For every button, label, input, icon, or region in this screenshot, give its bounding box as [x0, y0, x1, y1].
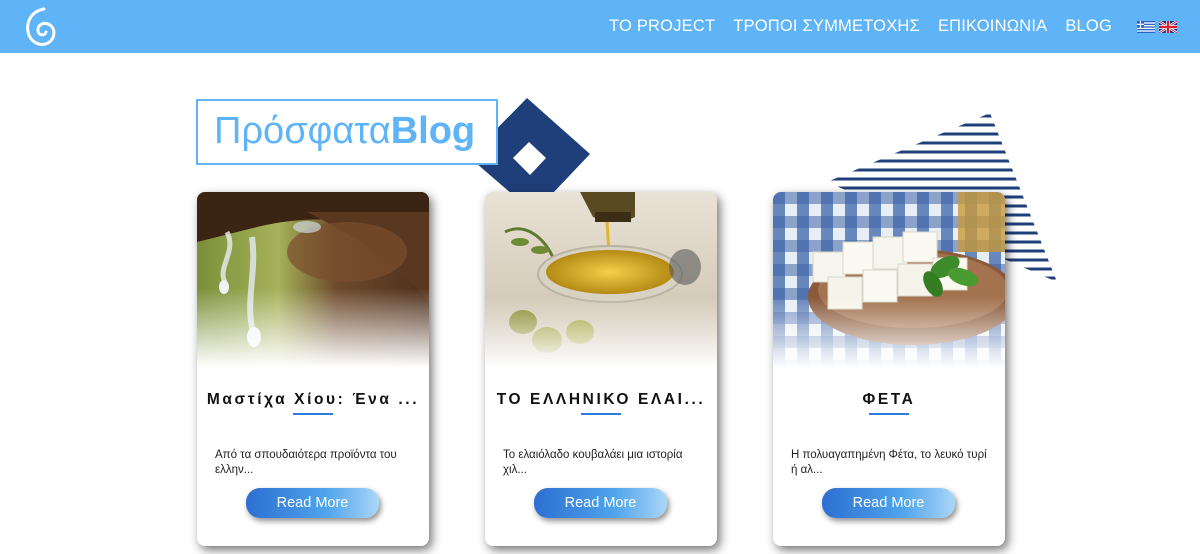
olive-oil-photo[interactable]	[485, 192, 717, 367]
card-title[interactable]: ΤΟ ΕΛΛΗΝΙΚΟ ΕΛΑΙ...	[485, 391, 717, 409]
read-more-button[interactable]: Read More	[534, 488, 667, 518]
card-title[interactable]: Μαστίχα Χίου: Ένα ...	[197, 391, 429, 409]
card-excerpt: Το ελαιόλαδο κουβαλάει μια ιστορία χιλ..…	[503, 449, 683, 476]
blog-card-feta: ΦΕΤΑ Η πολυαγαπημένη Φέτα, το λευκό τυρί…	[773, 192, 1005, 546]
section-title-bold: Blog	[390, 110, 476, 152]
feta-cheese-photo[interactable]	[773, 192, 1005, 367]
section-title-light: Πρόσφατα	[214, 110, 391, 152]
card-title-underline	[869, 413, 909, 415]
read-more-button[interactable]: Read More	[246, 488, 379, 518]
blog-card-olive-oil: ΤΟ ΕΛΛΗΝΙΚΟ ΕΛΑΙ... Το ελαιόλαδο κουβαλά…	[485, 192, 717, 546]
card-title-underline	[581, 413, 621, 415]
read-more-button[interactable]: Read More	[822, 488, 955, 518]
section-title: ΠρόσφαταBlog	[214, 110, 475, 153]
card-excerpt: Η πολυαγαπημένη Φέτα, το λευκό τυρί ή αλ…	[791, 449, 987, 476]
card-title[interactable]: ΦΕΤΑ	[773, 391, 1005, 409]
card-excerpt: Από τα σπουδαιότερα προϊόντα του ελλην..…	[215, 449, 397, 476]
card-title-underline	[293, 413, 333, 415]
blog-card-mastic: Μαστίχα Χίου: Ένα ... Από τα σπουδαιότερ…	[197, 192, 429, 546]
mastic-resin-photo[interactable]	[197, 192, 429, 367]
